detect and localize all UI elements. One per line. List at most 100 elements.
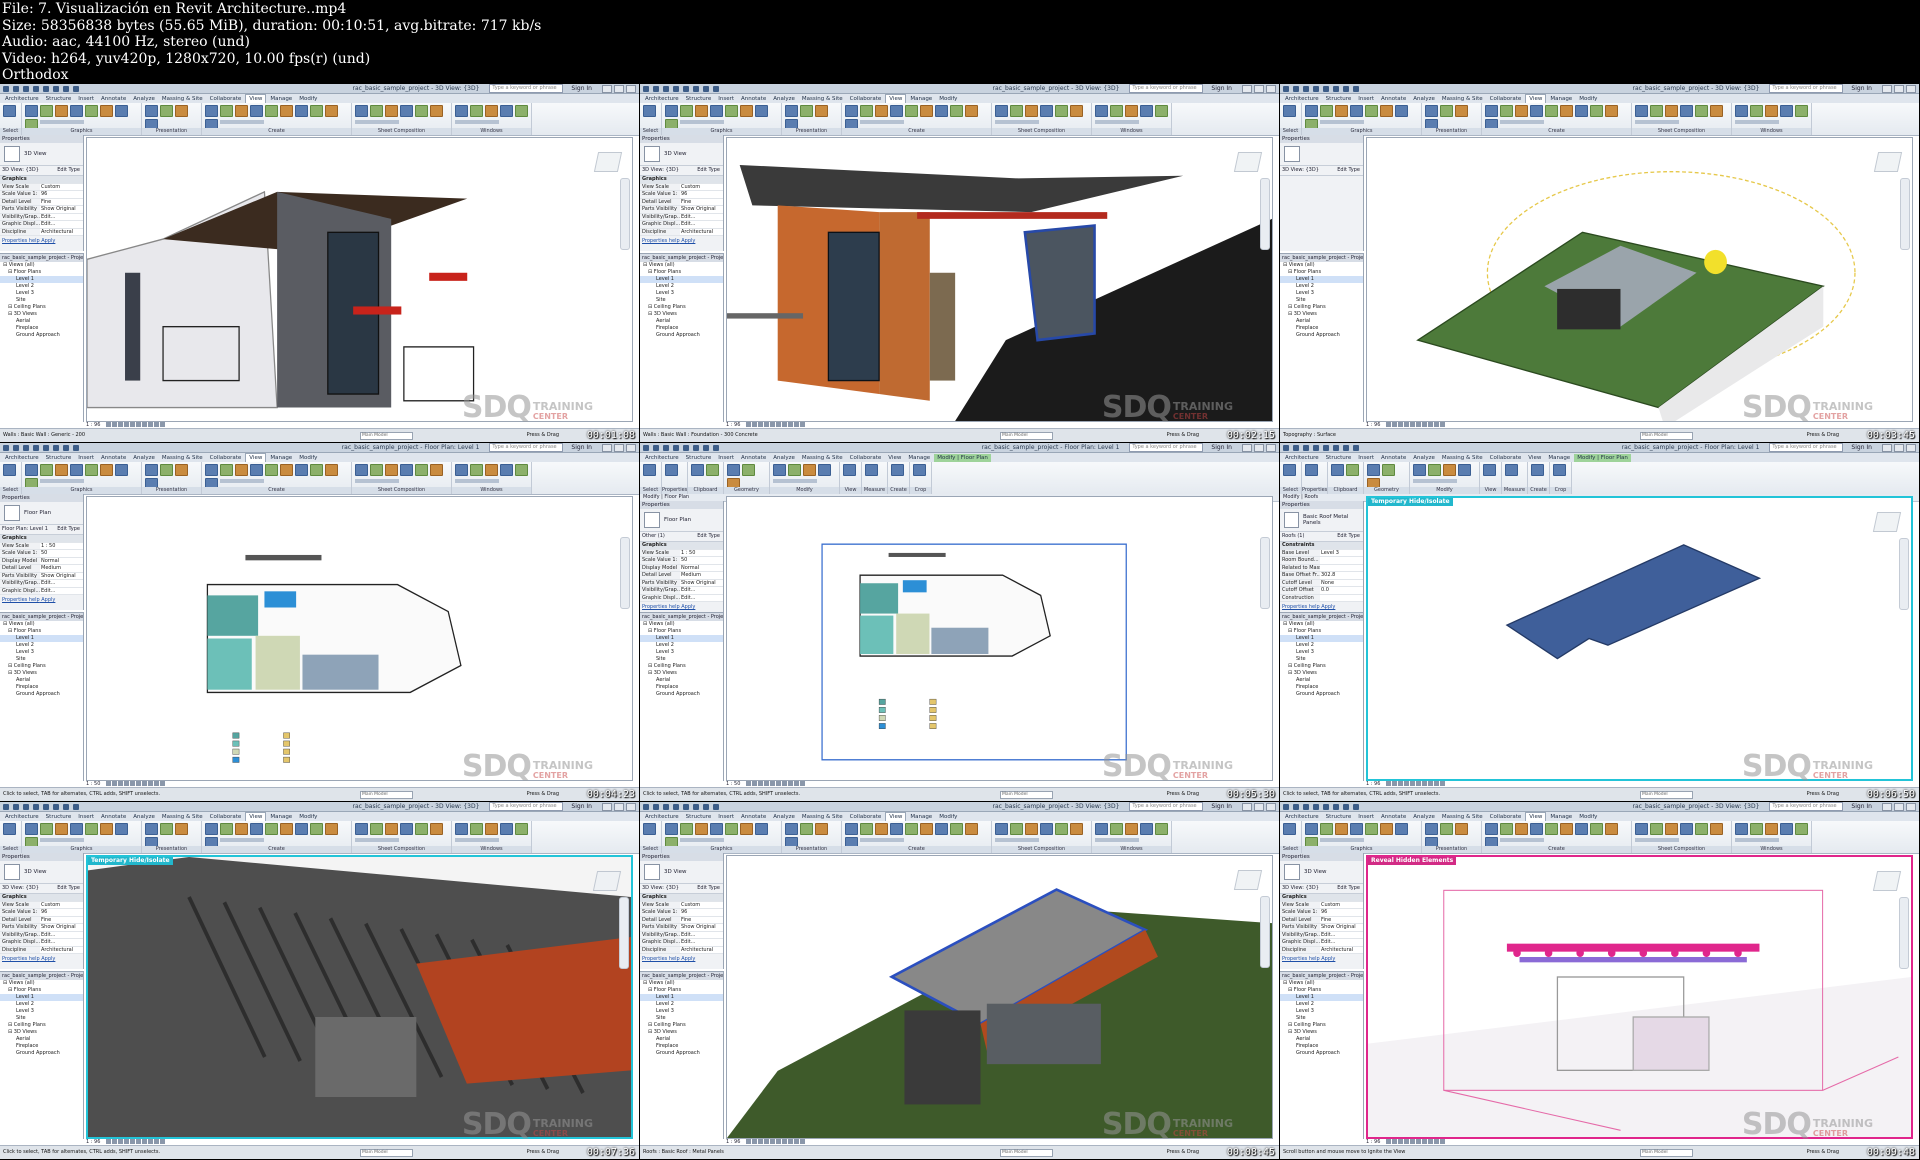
view-control-icon[interactable]	[758, 1139, 764, 1144]
ribbon-tool-icon[interactable]	[1125, 823, 1138, 835]
instance-selector[interactable]: 3D View: {3D} Edit Type	[1280, 166, 1363, 176]
tab-view[interactable]: View	[1525, 812, 1547, 821]
ribbon-tool-row[interactable]	[355, 479, 399, 483]
drawing-viewport[interactable]: Reveal Hidden Elements	[1366, 855, 1913, 1139]
quick-access-icon[interactable]	[53, 85, 59, 92]
ribbon-tool-icon[interactable]	[1710, 823, 1723, 835]
ribbon-tool-icon[interactable]	[355, 105, 368, 117]
viewcube-icon[interactable]	[1873, 152, 1903, 172]
ribbon-tool-icon[interactable]	[115, 464, 128, 476]
navigation-bar[interactable]	[619, 897, 629, 969]
ribbon-tool-icon[interactable]	[920, 823, 933, 835]
ribbon-tool-icon[interactable]	[1140, 823, 1153, 835]
browser-item[interactable]: Fireplace	[640, 1043, 723, 1050]
ribbon-tool-icon[interactable]	[430, 105, 443, 117]
browser-item[interactable]: Level 2	[0, 1001, 83, 1008]
view-control-icon[interactable]	[788, 781, 794, 786]
tab-manage[interactable]: Manage	[267, 95, 295, 103]
view-control-icon[interactable]	[782, 1139, 788, 1144]
maximize-button[interactable]	[1894, 84, 1904, 93]
ribbon-tool-icon[interactable]	[695, 823, 708, 835]
ribbon-tool-icon[interactable]	[325, 105, 338, 117]
ribbon-tool-icon[interactable]	[145, 464, 158, 476]
tab-annotate[interactable]: Annotate	[1378, 454, 1409, 462]
browser-item[interactable]: Fireplace	[640, 684, 723, 691]
browser-item[interactable]: Level 2	[1280, 642, 1363, 649]
quick-access-icon[interactable]	[3, 444, 9, 451]
close-button[interactable]	[1906, 802, 1916, 811]
view-control-icon[interactable]	[142, 422, 148, 427]
ribbon-tool-icon[interactable]	[1780, 823, 1793, 835]
drawing-viewport[interactable]: Temporary Hide/Isolate	[1366, 496, 1913, 781]
search-input[interactable]: Type a keyword or phrase	[489, 84, 564, 93]
ribbon-tool-icon[interactable]	[1395, 105, 1408, 117]
view-control-icon[interactable]	[1410, 422, 1416, 427]
ribbon-tool-icon[interactable]	[1750, 105, 1763, 117]
ribbon-tool-icon[interactable]	[1040, 823, 1053, 835]
view-control-icon[interactable]	[788, 422, 794, 427]
navigation-bar[interactable]	[1899, 897, 1909, 969]
view-control-icon[interactable]	[1428, 781, 1434, 786]
instance-selector[interactable]: 3D View: {3D} Edit Type	[640, 884, 723, 894]
property-value[interactable]: Edit...	[1320, 939, 1363, 946]
quick-access-icon[interactable]	[693, 803, 699, 810]
tab-insert[interactable]: Insert	[75, 813, 97, 821]
tab-insert[interactable]: Insert	[715, 813, 737, 821]
view-control-icon[interactable]	[112, 422, 118, 427]
view-control-icon[interactable]	[1398, 781, 1404, 786]
quick-access-icon[interactable]	[653, 85, 659, 92]
ribbon-tool-row[interactable]	[1320, 838, 1364, 842]
active-model-select[interactable]: Main Model	[360, 432, 413, 440]
minimize-button[interactable]	[1242, 84, 1252, 93]
browser-item[interactable]: Ground Approach	[1280, 1050, 1363, 1057]
navigation-bar[interactable]	[1900, 178, 1910, 250]
ribbon-tool-icon[interactable]	[1505, 464, 1518, 476]
ribbon-tool-icon[interactable]	[1125, 105, 1138, 117]
active-model-select[interactable]: Main Model	[1640, 432, 1693, 440]
browser-item[interactable]: ⊟ Ceiling Plans	[0, 1022, 83, 1029]
navigation-bar[interactable]	[1260, 896, 1270, 968]
view-control-icon[interactable]	[1428, 422, 1434, 427]
property-value[interactable]: Edit...	[680, 939, 723, 946]
property-value[interactable]: Edit...	[40, 587, 83, 594]
ribbon-tool-icon[interactable]	[800, 105, 813, 117]
ribbon-tool-icon[interactable]	[665, 823, 678, 835]
drawing-viewport[interactable]	[726, 137, 1273, 422]
view-control-icon[interactable]	[782, 781, 788, 786]
tab-modify[interactable]: Modify	[936, 813, 960, 821]
ribbon-tool-icon[interactable]	[1331, 464, 1344, 476]
browser-item[interactable]: ⊟ Views (all)	[1280, 621, 1363, 628]
quick-access-icon[interactable]	[13, 444, 19, 451]
browser-item[interactable]: Level 1	[0, 994, 83, 1001]
quick-access-icon[interactable]	[673, 85, 679, 92]
tab-view[interactable]: View	[1525, 94, 1547, 103]
tab-modify[interactable]: Modify	[296, 95, 320, 103]
apply-button[interactable]: Apply	[680, 604, 695, 610]
tab-massing-site[interactable]: Massing & Site	[159, 813, 206, 821]
instance-selector[interactable]: 3D View: {3D} Edit Type	[640, 166, 723, 176]
ribbon-tool-icon[interactable]	[1283, 105, 1296, 117]
quick-access-icon[interactable]	[33, 85, 39, 92]
browser-item[interactable]: ⊟ Views (all)	[1280, 262, 1363, 269]
view-control-icon[interactable]	[1428, 1139, 1434, 1144]
ribbon-tool-row[interactable]	[1320, 120, 1364, 124]
property-value[interactable]: Architectural	[680, 946, 723, 953]
quick-access-icon[interactable]	[3, 85, 9, 92]
search-input[interactable]: Type a keyword or phrase	[1129, 84, 1204, 93]
ribbon-tool-icon[interactable]	[725, 105, 738, 117]
property-value[interactable]: Normal	[680, 564, 723, 571]
minimize-button[interactable]	[602, 84, 612, 93]
ribbon-tool-icon[interactable]	[1560, 105, 1573, 117]
browser-item[interactable]: ⊟ 3D Views	[1280, 670, 1363, 677]
ribbon-tool-icon[interactable]	[280, 464, 293, 476]
tab-structure[interactable]: Structure	[43, 454, 75, 462]
ribbon-tool-icon[interactable]	[1575, 105, 1588, 117]
browser-item[interactable]: ⊟ Views (all)	[0, 262, 83, 269]
browser-item[interactable]: Aerial	[640, 1036, 723, 1043]
ribbon-tool-icon[interactable]	[680, 823, 693, 835]
ribbon-tool-icon[interactable]	[400, 823, 413, 835]
tab-architecture[interactable]: Architecture	[642, 454, 682, 462]
type-selector[interactable]	[1280, 143, 1363, 166]
apply-button[interactable]: Apply	[40, 597, 55, 603]
tab-manage[interactable]: Manage	[267, 454, 295, 462]
